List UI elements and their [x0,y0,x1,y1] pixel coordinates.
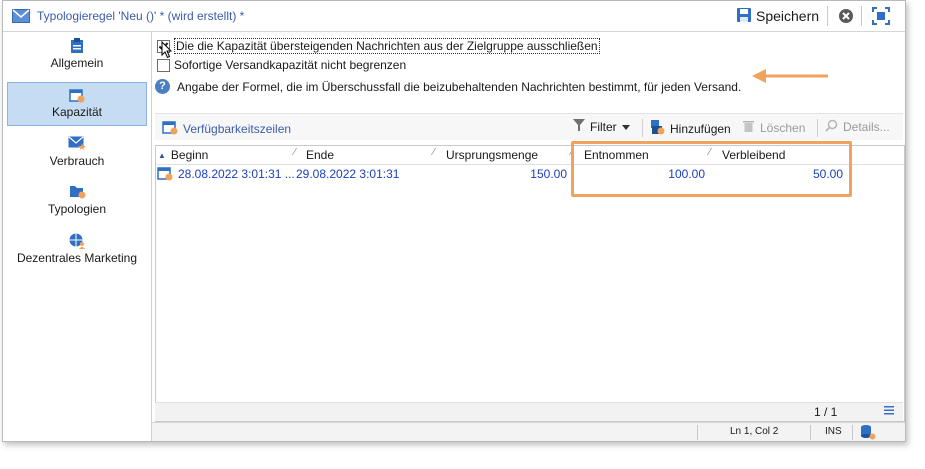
toolbar-divider [827,6,828,26]
no-limit-checkbox[interactable] [157,58,170,72]
grid-pager: 1 / 1 [155,402,903,421]
sidebar-item-verbrauch[interactable]: Verbrauch [7,136,147,176]
maximize-icon[interactable] [872,7,890,28]
save-label: Speichern [756,8,820,24]
magnifier-icon [825,119,838,135]
add-icon [649,119,665,138]
filter-button[interactable]: Filter [573,119,630,135]
info-text: Angabe der Formel, die im Überschussfall… [177,79,742,94]
status-bar: Ln 1, Col 2 INS [152,422,905,441]
delete-label: Löschen [760,120,806,135]
toolbar-divider [861,6,862,26]
column-label: Ende [306,148,335,162]
clipboard-icon [7,38,147,54]
exclude-checkbox-label[interactable]: Die die Kapazität übersteigenden Nachric… [174,38,600,54]
toolbar-divider [642,119,643,137]
sidebar-item-label: Allgemein [50,56,104,70]
sort-ascending-icon: ▲ [158,150,166,160]
folder-gear-icon [7,184,147,200]
sidebar-item-label: Typologien [47,202,107,216]
details-label: Details... [843,120,890,134]
status-divider [852,425,853,440]
sidebar-item-typologien[interactable]: Typologien [7,184,147,224]
database-icon [860,424,876,441]
typology-rule-window: Typologieregel 'Neu ()' * (wird erstellt… [2,0,906,442]
details-button[interactable]: Details... [825,119,890,135]
column-header-ursprungsmenge[interactable]: Ursprungsmenge [446,148,538,162]
availability-lines-label: Verfügbarkeitszeilen [183,121,292,136]
toolbar-divider [817,119,818,137]
calendar-icon [162,119,178,138]
cell-beginn: 28.08.2022 3:01:31 ... [178,167,295,181]
arrow-pointer-icon [752,69,828,83]
trash-icon [742,119,755,136]
column-separator[interactable]: ⁄ [433,147,435,158]
sidebar-item-label: Dezentrales Marketing [16,251,138,265]
globe-user-icon [7,233,147,249]
availability-toolbar: Verfügbarkeitszeilen Filter Hinzufügen L… [155,113,903,140]
status-divider [810,425,811,440]
status-divider [697,425,698,440]
column-label: Ursprungsmenge [446,148,539,162]
sidebar-item-label: Kapazität [51,105,103,119]
chevron-down-icon [621,120,630,134]
sidebar-item-dezentrales-marketing[interactable]: Dezentrales Marketing [7,233,147,273]
floppy-disk-icon [736,7,752,26]
no-limit-option[interactable]: Sofortige Versandkapazität nicht begrenz… [157,58,406,72]
window-title: Typologieregel 'Neu ()' * (wird erstellt… [37,9,245,23]
formula-info: ? Angabe der Formel, die im Überschussfa… [155,79,741,94]
delete-button[interactable]: Löschen [742,119,805,136]
column-separator[interactable]: ⁄ [294,147,296,158]
cursor-position: Ln 1, Col 2 [730,426,779,437]
row-calendar-icon [157,165,173,184]
calendar-gear-icon [8,87,146,103]
question-icon: ? [155,79,170,94]
envelope-star-icon [7,136,147,152]
column-header-ende[interactable]: Ende [306,148,334,162]
exclude-option[interactable]: Die die Kapazität übersteigenden Nachric… [157,38,600,54]
sidebar-item-kapazitaet[interactable]: Kapazität [7,82,147,126]
close-icon[interactable] [838,8,854,27]
save-button[interactable]: Speichern [736,6,819,26]
column-header-beginn[interactable]: ▲ Beginn [158,148,208,162]
title-bar: Typologieregel 'Neu ()' * (wird erstellt… [3,1,905,32]
envelope-icon [12,9,30,26]
no-limit-checkbox-label[interactable]: Sofortige Versandkapazität nicht begrenz… [174,58,406,72]
sidebar-item-allgemein[interactable]: Allgemein [7,38,147,78]
cell-ursprungsmenge: 150.00 [530,167,567,181]
sidebar: Allgemein Kapazität Verbrauch Typologien… [3,32,152,441]
highlight-frame [571,141,852,197]
cell-ende: 29.08.2022 3:01:31 [296,167,400,181]
insert-mode: INS [825,426,842,437]
capacity-panel: Die die Kapazität übersteigenden Nachric… [152,32,905,441]
column-label: Beginn [170,148,209,162]
list-menu-icon[interactable] [884,404,894,419]
page-count: 1 / 1 [814,405,838,419]
availability-lines-tab[interactable]: Verfügbarkeitszeilen [162,119,291,138]
add-button[interactable]: Hinzufügen [649,119,731,138]
add-label: Hinzufügen [670,121,731,136]
sidebar-item-label: Verbrauch [49,154,105,168]
funnel-icon [573,119,585,135]
filter-label: Filter [590,120,617,134]
